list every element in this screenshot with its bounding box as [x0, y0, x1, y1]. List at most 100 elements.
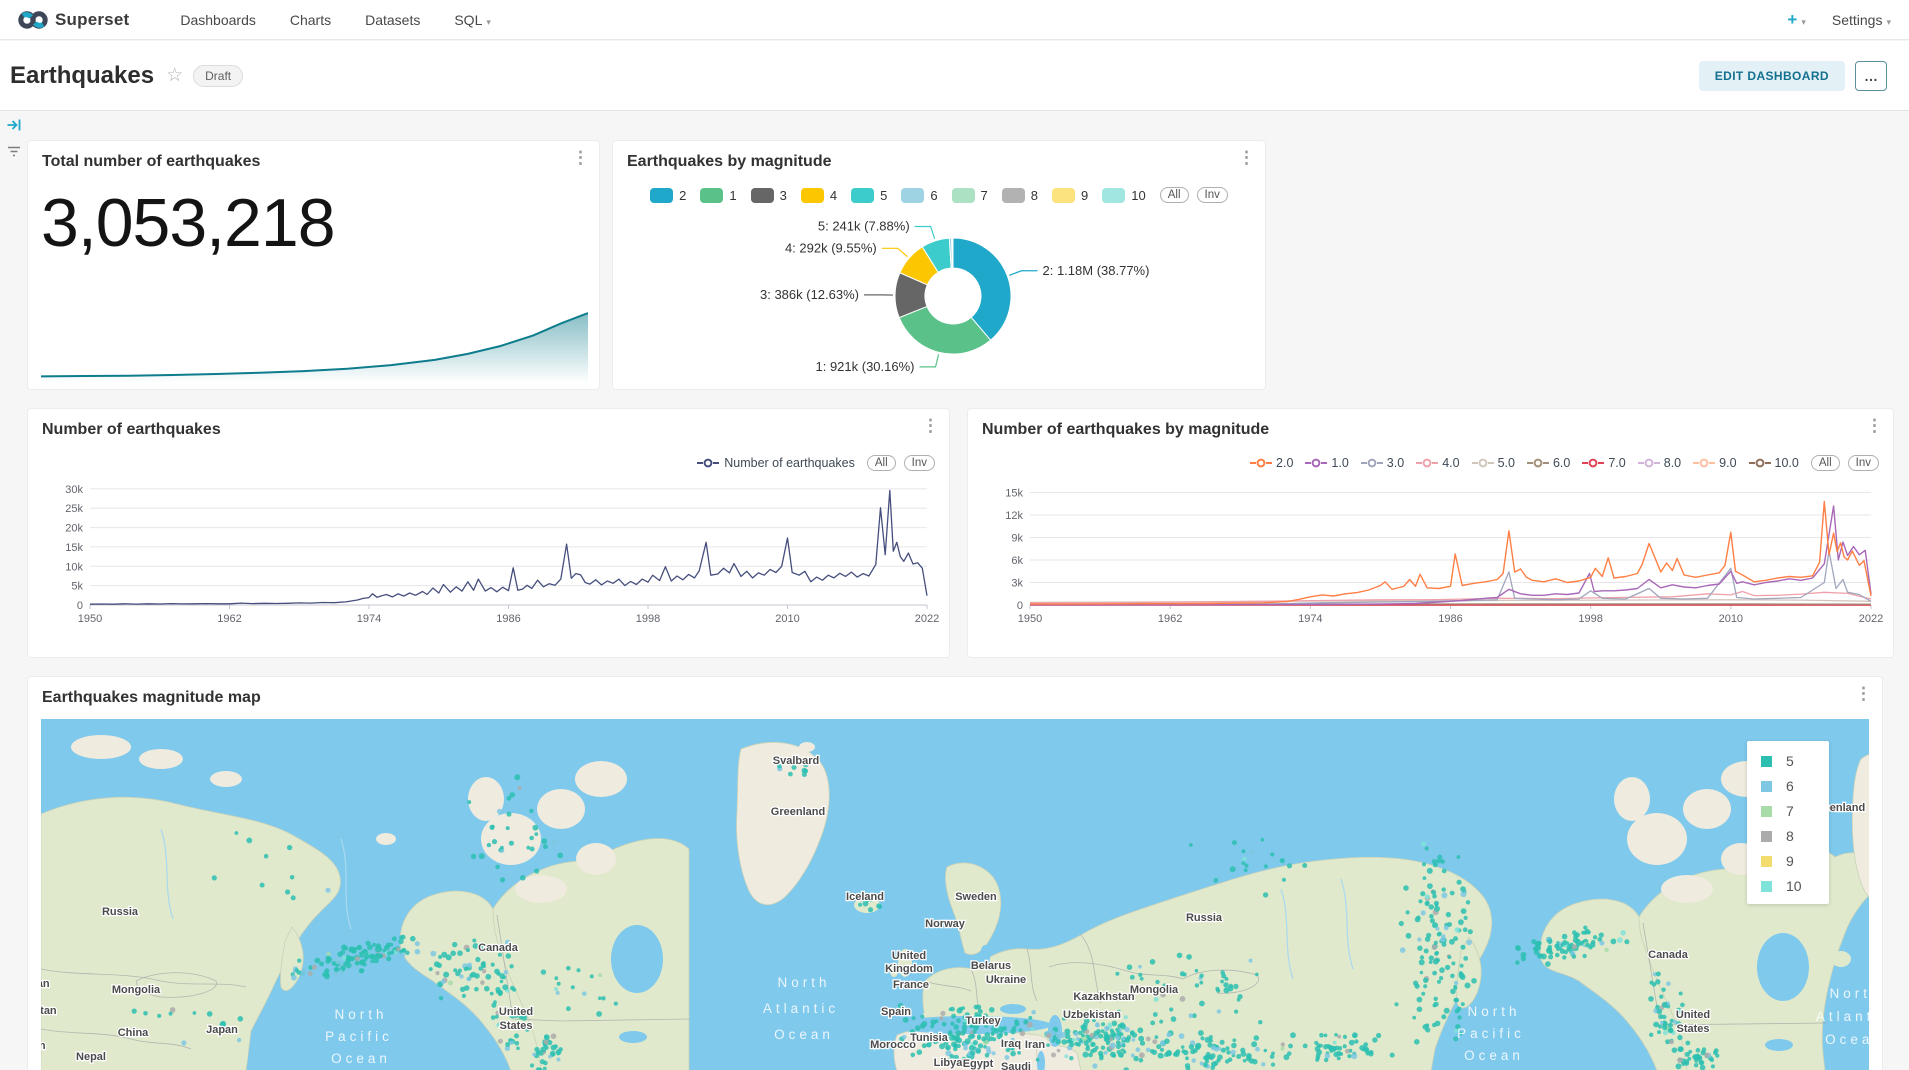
trend-sparkline	[41, 305, 588, 383]
filter-rail	[0, 112, 27, 1070]
svg-text:1962: 1962	[217, 613, 241, 625]
map-legend-item-7[interactable]: 7	[1761, 803, 1819, 819]
map-country-label: States	[1676, 1023, 1709, 1035]
legend-item-2[interactable]: 2	[650, 188, 692, 203]
map-canvas[interactable]: SvalbardGreenlandGreenlandIcelandSwedenN…	[41, 719, 1869, 1070]
legend-item-9[interactable]: 9	[1052, 188, 1094, 203]
legend-label: 4	[830, 188, 837, 203]
kebab-menu-icon[interactable]: ⋮	[1866, 417, 1883, 435]
kebab-menu-icon[interactable]: ⋮	[572, 149, 589, 167]
map-ocean-label: Ocean	[1825, 1032, 1869, 1047]
nav-item-charts[interactable]: Charts	[290, 12, 331, 28]
nav-item-dashboards[interactable]: Dashboards	[180, 12, 256, 28]
map-legend-item-5[interactable]: 5	[1761, 753, 1819, 769]
svg-text:2010: 2010	[1719, 613, 1743, 625]
map-country-label: Kazakhstan	[1073, 991, 1134, 1003]
chart-title: Total number of earthquakes	[42, 153, 260, 171]
expand-filter-bar-icon[interactable]	[0, 112, 27, 138]
map-legend: 5 6 7 8 9 10	[1747, 741, 1829, 904]
legend-item-4[interactable]: 4	[801, 188, 843, 203]
legend-item-7[interactable]: 7	[952, 188, 994, 203]
nav-item-datasets[interactable]: Datasets	[365, 12, 420, 28]
map-country-label: Turkey	[965, 1015, 1001, 1027]
kebab-menu-icon[interactable]: ⋮	[1238, 149, 1255, 167]
map-country-label: Iceland	[846, 891, 884, 903]
map-country-label: States	[499, 1020, 532, 1032]
svg-text:10k: 10k	[65, 561, 83, 573]
map-country-label: Iran	[1025, 1039, 1045, 1051]
chart-title: Earthquakes magnitude map	[42, 689, 261, 707]
chart-title: Number of earthquakes by magnitude	[982, 421, 1269, 439]
line-chart[interactable]: 03k6k9k12k15k195019621974198619982010202…	[980, 465, 1883, 633]
legend-item-6[interactable]: 6	[901, 188, 943, 203]
chevron-down-icon: ▾	[1801, 17, 1806, 27]
map-ocean-label: Ocean	[1464, 1048, 1524, 1063]
map-ocean-label: North	[777, 975, 830, 990]
svg-text:1998: 1998	[1578, 613, 1602, 625]
map-country-label: Uzbekistan	[1063, 1009, 1121, 1021]
map-country-label: Japan	[206, 1024, 238, 1036]
map-ocean-label: Atlantic	[1816, 1009, 1869, 1024]
favorite-star-icon[interactable]: ☆	[166, 64, 183, 87]
superset-dashboard: Superset Dashboards Charts Datasets SQL▾…	[0, 0, 1909, 1070]
big-number-value: 3,053,218	[41, 189, 335, 257]
legend-inv-pill[interactable]: Inv	[1197, 187, 1228, 203]
legend-swatch	[1761, 881, 1772, 892]
legend-swatch	[1761, 781, 1772, 792]
filter-icon[interactable]	[0, 138, 27, 164]
donut-callout-label: 4: 292k (9.55%)	[785, 240, 877, 255]
legend-item-1[interactable]: 1	[700, 188, 742, 203]
donut-callout-label: 5: 241k (7.88%)	[818, 219, 910, 234]
legend-item-10[interactable]: 10	[1102, 188, 1151, 203]
map-legend-item-9[interactable]: 9	[1761, 853, 1819, 869]
map-legend-item-6[interactable]: 6	[1761, 778, 1819, 794]
legend-label: 3	[780, 188, 787, 203]
map-country-label: United	[892, 950, 926, 962]
legend-item-8[interactable]: 8	[1002, 188, 1044, 203]
svg-text:1998: 1998	[636, 613, 660, 625]
donut-chart[interactable]: 2: 1.18M (38.77%)1: 921k (30.16%)3: 386k…	[613, 209, 1267, 389]
nav-item-sql[interactable]: SQL▾	[454, 12, 491, 28]
map-country-label: Svalbard	[773, 755, 819, 767]
map-country-label: United	[1676, 1009, 1710, 1021]
legend-all-pill[interactable]: All	[1160, 187, 1189, 203]
settings-menu[interactable]: Settings▾	[1832, 12, 1891, 28]
legend-swatch	[700, 188, 723, 203]
map-legend-item-10[interactable]: 10	[1761, 878, 1819, 894]
donut-legend: 21 3 456789 10 All Inv	[613, 187, 1265, 203]
map-country-label: Saudi	[1001, 1061, 1031, 1070]
legend-swatch	[952, 188, 975, 203]
map-country-label: Kazakhstan	[41, 978, 50, 990]
svg-text:0: 0	[77, 600, 83, 612]
map-ocean-label: Atlantic	[763, 1001, 839, 1016]
svg-text:9k: 9k	[1011, 533, 1023, 545]
legend-swatch	[650, 188, 673, 203]
map-ocean-label: North	[1467, 1004, 1520, 1019]
line-chart[interactable]: 05k10k15k20k25k30k1950196219741986199820…	[40, 465, 939, 633]
svg-text:5k: 5k	[71, 581, 83, 593]
chart-card-total-earthquakes: Total number of earthquakes ⋮ 3,053,218	[27, 140, 600, 390]
svg-text:30k: 30k	[65, 484, 83, 496]
legend-item-5[interactable]: 5	[851, 188, 893, 203]
world-map[interactable]: SvalbardGreenlandGreenlandIcelandSwedenN…	[41, 719, 1869, 1070]
map-legend-item-8[interactable]: 8	[1761, 828, 1819, 844]
map-country-label: Norway	[925, 918, 966, 930]
kebab-menu-icon[interactable]: ⋮	[922, 417, 939, 435]
dashboard-more-button[interactable]: …	[1855, 61, 1887, 91]
superset-logo[interactable]: Superset	[18, 9, 129, 31]
edit-dashboard-button[interactable]: EDIT DASHBOARD	[1699, 61, 1845, 91]
new-item-button[interactable]: +▾	[1787, 10, 1805, 30]
donut-callout-label: 1: 921k (30.16%)	[815, 359, 914, 374]
svg-text:2010: 2010	[775, 613, 799, 625]
map-country-label: Spain	[881, 1006, 911, 1018]
legend-item-3[interactable]: 3	[751, 188, 793, 203]
map-country-label: Greenland	[771, 806, 825, 818]
legend-swatch	[801, 188, 824, 203]
svg-text:25k: 25k	[65, 503, 83, 515]
svg-text:1950: 1950	[78, 613, 102, 625]
chart-card-earthquakes-by-magnitude-lines: Number of earthquakes by magnitude ⋮ 2.0…	[967, 408, 1894, 658]
kebab-menu-icon[interactable]: ⋮	[1855, 685, 1872, 703]
legend-swatch	[751, 188, 774, 203]
map-ocean-label: Pacific	[1457, 1026, 1525, 1041]
legend-swatch	[1761, 831, 1772, 842]
